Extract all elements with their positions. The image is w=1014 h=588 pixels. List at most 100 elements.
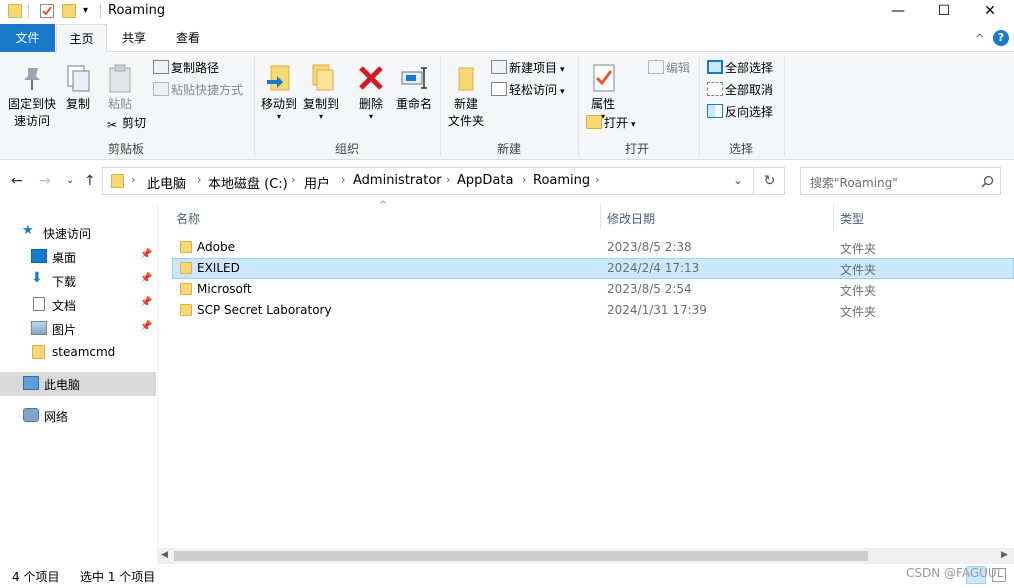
sidebar-item-quick-access[interactable]: ★ 快速访问 (0, 221, 156, 245)
sidebar-item-steamcmd[interactable]: steamcmd (0, 341, 156, 365)
refresh-icon[interactable]: ↻ (755, 167, 785, 195)
pin-icon[interactable]: 📌 (140, 297, 152, 308)
pin-icon[interactable]: 📌 (140, 273, 152, 284)
pin-label-line2: 速访问 (13, 114, 50, 128)
maximize-button[interactable]: ☐ (921, 0, 967, 22)
forward-icon[interactable]: → (39, 173, 51, 189)
table-row[interactable]: SCP Secret Laboratory 2024/1/31 17:39 文件… (172, 300, 1014, 321)
folder-icon (32, 345, 45, 359)
breadcrumb-appdata[interactable]: AppData (457, 173, 513, 188)
invert-selection-button[interactable]: 反向选择 (707, 102, 773, 122)
select-none-label: 全部取消 (725, 83, 774, 97)
document-icon (33, 297, 45, 311)
move-to-label: 移动到 (260, 97, 297, 111)
table-row[interactable]: Microsoft 2023/8/5 2:54 文件夹 (172, 279, 1014, 300)
copy-to-button[interactable]: 复制到 ▾ (300, 62, 342, 121)
breadcrumb-administrator[interactable]: Administrator (353, 173, 442, 188)
minimize-button[interactable]: — (875, 0, 921, 22)
column-header-type[interactable]: 类型 (840, 210, 864, 227)
sidebar-item-desktop[interactable]: 桌面 📌 (0, 245, 156, 269)
clipboard-group-label: 剪贴板 (107, 142, 144, 156)
address-history-dropdown-icon[interactable]: ⌄ (733, 173, 743, 187)
breadcrumb-this-pc[interactable]: 此电脑 (147, 173, 186, 192)
column-divider[interactable] (600, 204, 601, 230)
easy-access-button[interactable]: 轻松访问 ▾ (491, 80, 565, 100)
breadcrumb-users[interactable]: 用户 (304, 173, 330, 192)
paste-shortcut-button[interactable]: 粘贴快捷方式 (153, 80, 243, 100)
select-all-icon (707, 60, 723, 74)
move-to-button[interactable]: 移动到 ▾ (258, 62, 300, 121)
search-input[interactable]: 搜索"Roaming" (800, 167, 1001, 195)
sidebar-item-network[interactable]: 网络 (0, 404, 156, 428)
up-icon[interactable]: ↑ (84, 173, 96, 189)
pin-icon[interactable]: 📌 (140, 249, 152, 260)
invert-selection-icon (707, 104, 723, 118)
sidebar-item-label: 快速访问 (43, 227, 92, 241)
copy-path-icon (153, 60, 169, 74)
scrollbar-thumb[interactable] (174, 551, 868, 561)
properties-icon (593, 64, 615, 92)
watermark: CSDN @FAGUUL (906, 566, 1004, 580)
search-icon (981, 175, 994, 188)
tab-share[interactable]: 共享 (108, 24, 160, 52)
horizontal-scrollbar[interactable]: ◀ ▶ (158, 548, 1014, 564)
scroll-right-icon[interactable]: ▶ (1001, 550, 1008, 560)
pin-icon[interactable]: 📌 (140, 321, 152, 332)
collapse-ribbon-icon[interactable]: ^ (975, 32, 984, 45)
chevron-right-icon[interactable]: › (446, 173, 450, 186)
new-folder-quick-icon[interactable] (62, 4, 76, 18)
new-item-dropdown-icon: ▾ (560, 65, 565, 75)
sidebar-item-documents[interactable]: 文档 📌 (0, 293, 156, 317)
column-divider[interactable] (833, 204, 834, 230)
paste-label: 粘贴 (107, 97, 132, 111)
tab-view[interactable]: 查看 (162, 24, 214, 52)
file-type: 文件夹 (840, 284, 877, 298)
copy-to-icon (312, 64, 334, 91)
recent-locations-icon[interactable]: ⌄ (66, 175, 74, 186)
breadcrumb-roaming[interactable]: Roaming (533, 173, 590, 188)
edit-button[interactable]: 编辑 (648, 58, 690, 78)
help-icon[interactable]: ? (993, 30, 1009, 46)
table-row-selected[interactable]: EXILED 2024/2/4 17:13 文件夹 (172, 258, 1014, 279)
tab-file[interactable]: 文件 (0, 24, 55, 52)
sidebar-item-this-pc[interactable]: 此电脑 (0, 372, 156, 396)
chevron-right-icon[interactable]: › (595, 173, 599, 186)
column-header-modified[interactable]: 修改日期 (607, 210, 655, 227)
sidebar-item-pictures[interactable]: 图片 📌 (0, 317, 156, 341)
back-icon[interactable]: ← (11, 173, 23, 189)
search-placeholder: 搜索"Roaming" (810, 176, 898, 190)
select-none-button[interactable]: 全部取消 (707, 80, 773, 100)
copy-path-label: 复制路径 (171, 61, 220, 75)
easy-access-label: 轻松访问 (509, 83, 558, 97)
select-all-button[interactable]: 全部选择 (707, 58, 773, 78)
new-item-button[interactable]: 新建项目 ▾ (491, 58, 565, 78)
address-bar[interactable]: › 此电脑 › 本地磁盘 (C:) › 用户 › Administrator ›… (102, 167, 754, 195)
chevron-right-icon[interactable]: › (131, 173, 135, 186)
chevron-right-icon[interactable]: › (291, 173, 295, 186)
table-row[interactable]: Adobe 2023/8/5 2:38 文件夹 (172, 237, 1014, 258)
chevron-right-icon[interactable]: › (341, 173, 345, 186)
properties-quick-icon[interactable] (40, 4, 54, 18)
breadcrumb-local-disk[interactable]: 本地磁盘 (C:) (208, 173, 288, 192)
scroll-left-icon[interactable]: ◀ (161, 550, 168, 560)
chevron-right-icon[interactable]: › (522, 173, 526, 186)
open-button[interactable]: 打开 ▾ (586, 113, 636, 133)
sidebar-item-downloads[interactable]: ⬇ 下载 📌 (0, 269, 156, 293)
cut-button[interactable]: ✂ 剪切 (104, 113, 146, 133)
tab-home[interactable]: 主页 (56, 24, 107, 53)
rename-button[interactable]: 重命名 (394, 62, 434, 113)
delete-button[interactable]: 删除 ▾ (352, 62, 390, 121)
column-header-name[interactable]: 名称 (176, 210, 200, 227)
new-item-label: 新建项目 (509, 61, 558, 75)
paste-button[interactable]: 粘贴 (102, 62, 138, 113)
pin-quick-access-button[interactable]: 固定到快 速访问 (4, 62, 60, 130)
copy-path-button[interactable]: 复制路径 (153, 58, 219, 78)
chevron-right-icon[interactable]: › (197, 173, 201, 186)
select-group-label: 选择 (728, 142, 753, 156)
close-button[interactable]: ✕ (967, 0, 1013, 22)
copy-button[interactable]: 复制 (62, 62, 94, 113)
new-folder-button[interactable]: 新建 文件夹 (444, 62, 488, 130)
customize-quick-access-icon[interactable]: ▾ (83, 5, 97, 19)
sidebar-item-label: 网络 (44, 410, 69, 424)
clipboard-icon (109, 64, 131, 93)
